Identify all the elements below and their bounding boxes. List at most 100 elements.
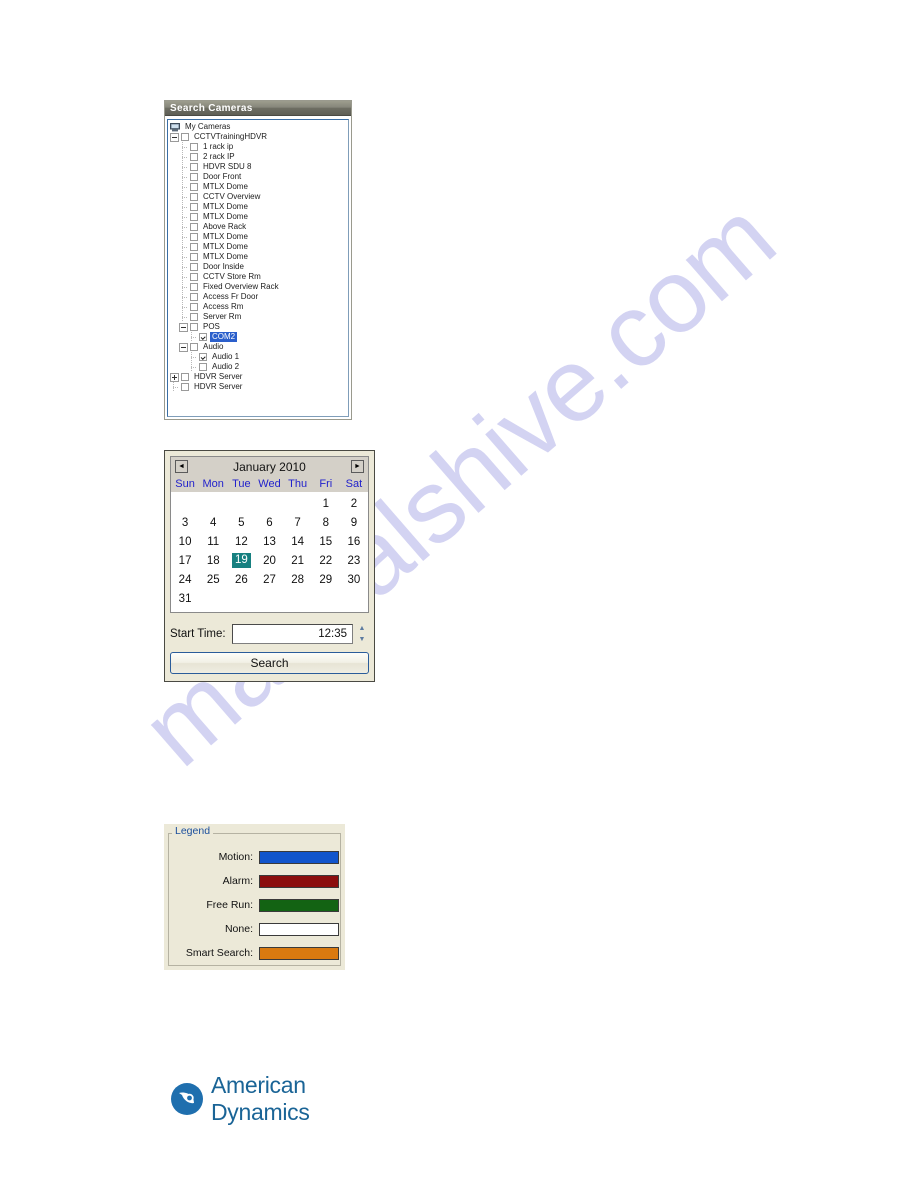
- tree-item[interactable]: Access Fr Door: [170, 292, 348, 302]
- tree-item[interactable]: 1 rack ip: [170, 142, 348, 152]
- calendar-day-cell[interactable]: 6: [255, 513, 283, 532]
- tree-item-checkbox[interactable]: [190, 303, 198, 311]
- spinner-down-icon[interactable]: ▼: [355, 635, 369, 644]
- calendar-day-cell[interactable]: 27: [255, 570, 283, 589]
- tree-item[interactable]: Door Inside: [170, 262, 348, 272]
- tree-item-checkbox[interactable]: [181, 383, 189, 391]
- calendar-day-cell[interactable]: 20: [255, 551, 283, 570]
- tree-item-checkbox[interactable]: [190, 213, 198, 221]
- tree-item[interactable]: MTLX Dome: [170, 202, 348, 212]
- tree-item[interactable]: HDVR Server: [170, 382, 348, 392]
- tree-item-checkbox[interactable]: [190, 183, 198, 191]
- spinner-up-icon[interactable]: ▲: [355, 624, 369, 633]
- calendar-day-cell[interactable]: 16: [340, 532, 368, 551]
- collapse-icon[interactable]: [179, 322, 188, 332]
- tree-item-checkbox[interactable]: [190, 163, 198, 171]
- tree-item-checkbox[interactable]: [190, 243, 198, 251]
- tree-item-checkbox[interactable]: [190, 193, 198, 201]
- tree-item-checkbox[interactable]: [190, 343, 198, 351]
- calendar-day-cell[interactable]: 8: [312, 513, 340, 532]
- tree-item-checkbox[interactable]: [199, 363, 207, 371]
- tree-item-checkbox[interactable]: [190, 233, 198, 241]
- tree-item[interactable]: Server Rm: [170, 312, 348, 322]
- calendar-day-cell[interactable]: 7: [284, 513, 312, 532]
- tree-item-checkbox[interactable]: [190, 293, 198, 301]
- calendar-day-cell[interactable]: 5: [227, 513, 255, 532]
- expand-icon[interactable]: [170, 372, 179, 382]
- tree-item-checkbox[interactable]: [181, 373, 189, 381]
- tree-item[interactable]: POS: [170, 322, 348, 332]
- calendar-day-cell[interactable]: 4: [199, 513, 227, 532]
- tree-item[interactable]: My Cameras: [170, 122, 348, 132]
- tree-item[interactable]: HDVR Server: [170, 372, 348, 382]
- calendar-day-cell[interactable]: 12: [227, 532, 255, 551]
- tree-item[interactable]: Fixed Overview Rack: [170, 282, 348, 292]
- tree-item[interactable]: Audio 2: [170, 362, 348, 372]
- calendar-day-cell[interactable]: 29: [312, 570, 340, 589]
- tree-item[interactable]: Audio 1: [170, 352, 348, 362]
- calendar-day-cell[interactable]: 26: [227, 570, 255, 589]
- collapse-icon[interactable]: [170, 132, 179, 142]
- calendar-day-cell[interactable]: 18: [199, 551, 227, 570]
- tree-item-checkbox[interactable]: [190, 223, 198, 231]
- start-time-input[interactable]: 12:35: [231, 624, 353, 644]
- calendar-day-cell[interactable]: 17: [171, 551, 199, 570]
- calendar-day-cell[interactable]: 21: [284, 551, 312, 570]
- calendar-day-cell[interactable]: 2: [340, 494, 368, 513]
- calendar-day-cell[interactable]: 1: [312, 494, 340, 513]
- calendar-day-cell[interactable]: 24: [171, 570, 199, 589]
- calendar-day-cell[interactable]: 22: [312, 551, 340, 570]
- legend-label: Smart Search:: [185, 947, 253, 959]
- tree-item[interactable]: Door Front: [170, 172, 348, 182]
- tree-item[interactable]: CCTV Overview: [170, 192, 348, 202]
- search-button[interactable]: Search: [170, 652, 369, 674]
- collapse-icon[interactable]: [179, 342, 188, 352]
- tree-item-checkbox[interactable]: [181, 133, 189, 141]
- calendar-day-grid[interactable]: 1 2 3 4 5 6 7 8 9 10 11 12 13 14 15 16 17 18 19 20 21 22 23 24 2…: [171, 492, 368, 612]
- next-month-icon[interactable]: ►: [350, 460, 364, 473]
- tree-item[interactable]: MTLX Dome: [170, 252, 348, 262]
- calendar-day-cell[interactable]: 11: [199, 532, 227, 551]
- calendar-day-cell[interactable]: 10: [171, 532, 199, 551]
- tree-item-checkbox[interactable]: [199, 333, 207, 341]
- calendar-day-cell[interactable]: 3: [171, 513, 199, 532]
- tree-item[interactable]: MTLX Dome: [170, 232, 348, 242]
- tree-item-checkbox[interactable]: [190, 253, 198, 261]
- tree-item[interactable]: MTLX Dome: [170, 242, 348, 252]
- calendar-day-cell[interactable]: 15: [312, 532, 340, 551]
- calendar-widget[interactable]: ◄ January 2010 ► Sun Mon Tue Wed Thu Fri Sat 1…: [170, 456, 369, 613]
- tree-item[interactable]: 2 rack IP: [170, 152, 348, 162]
- calendar-day-cell[interactable]: 13: [255, 532, 283, 551]
- tree-item-checkbox[interactable]: [190, 203, 198, 211]
- calendar-day-cell[interactable]: 14: [284, 532, 312, 551]
- tree-item[interactable]: HDVR SDU 8: [170, 162, 348, 172]
- calendar-day-cell[interactable]: 31: [171, 589, 199, 608]
- tree-item-checkbox[interactable]: [190, 323, 198, 331]
- tree-item[interactable]: CCTV Store Rm: [170, 272, 348, 282]
- calendar-day-cell[interactable]: 23: [340, 551, 368, 570]
- tree-item-checkbox[interactable]: [190, 283, 198, 291]
- tree-item-checkbox[interactable]: [190, 273, 198, 281]
- tree-item-checkbox[interactable]: [199, 353, 207, 361]
- calendar-day-cell[interactable]: 25: [199, 570, 227, 589]
- calendar-day-cell[interactable]: 28: [284, 570, 312, 589]
- tree-item[interactable]: Audio: [170, 342, 348, 352]
- prev-month-icon[interactable]: ◄: [175, 460, 188, 473]
- tree-item[interactable]: MTLX Dome: [170, 182, 348, 192]
- tree-item-checkbox[interactable]: [190, 313, 198, 321]
- tree-item-checkbox[interactable]: [190, 143, 198, 151]
- camera-tree-frame[interactable]: My Cameras CCTVTrainingHDVR 1 rack ip 2 rac…: [167, 119, 349, 417]
- tree-item-checkbox[interactable]: [190, 173, 198, 181]
- tree-item[interactable]: CCTVTrainingHDVR: [170, 132, 348, 142]
- tree-item-checkbox[interactable]: [190, 263, 198, 271]
- tree-item[interactable]: Above Rack: [170, 222, 348, 232]
- start-time-spinner[interactable]: ▲ ▼: [355, 624, 369, 644]
- camera-tree[interactable]: My Cameras CCTVTrainingHDVR 1 rack ip 2 rac…: [168, 120, 348, 392]
- tree-item-checkbox[interactable]: [190, 153, 198, 161]
- tree-item[interactable]: Access Rm: [170, 302, 348, 312]
- calendar-selected-day[interactable]: 19: [227, 551, 255, 570]
- tree-item[interactable]: MTLX Dome: [170, 212, 348, 222]
- calendar-day-cell[interactable]: 9: [340, 513, 368, 532]
- tree-item[interactable]: COM2: [170, 332, 348, 342]
- calendar-day-cell[interactable]: 30: [340, 570, 368, 589]
